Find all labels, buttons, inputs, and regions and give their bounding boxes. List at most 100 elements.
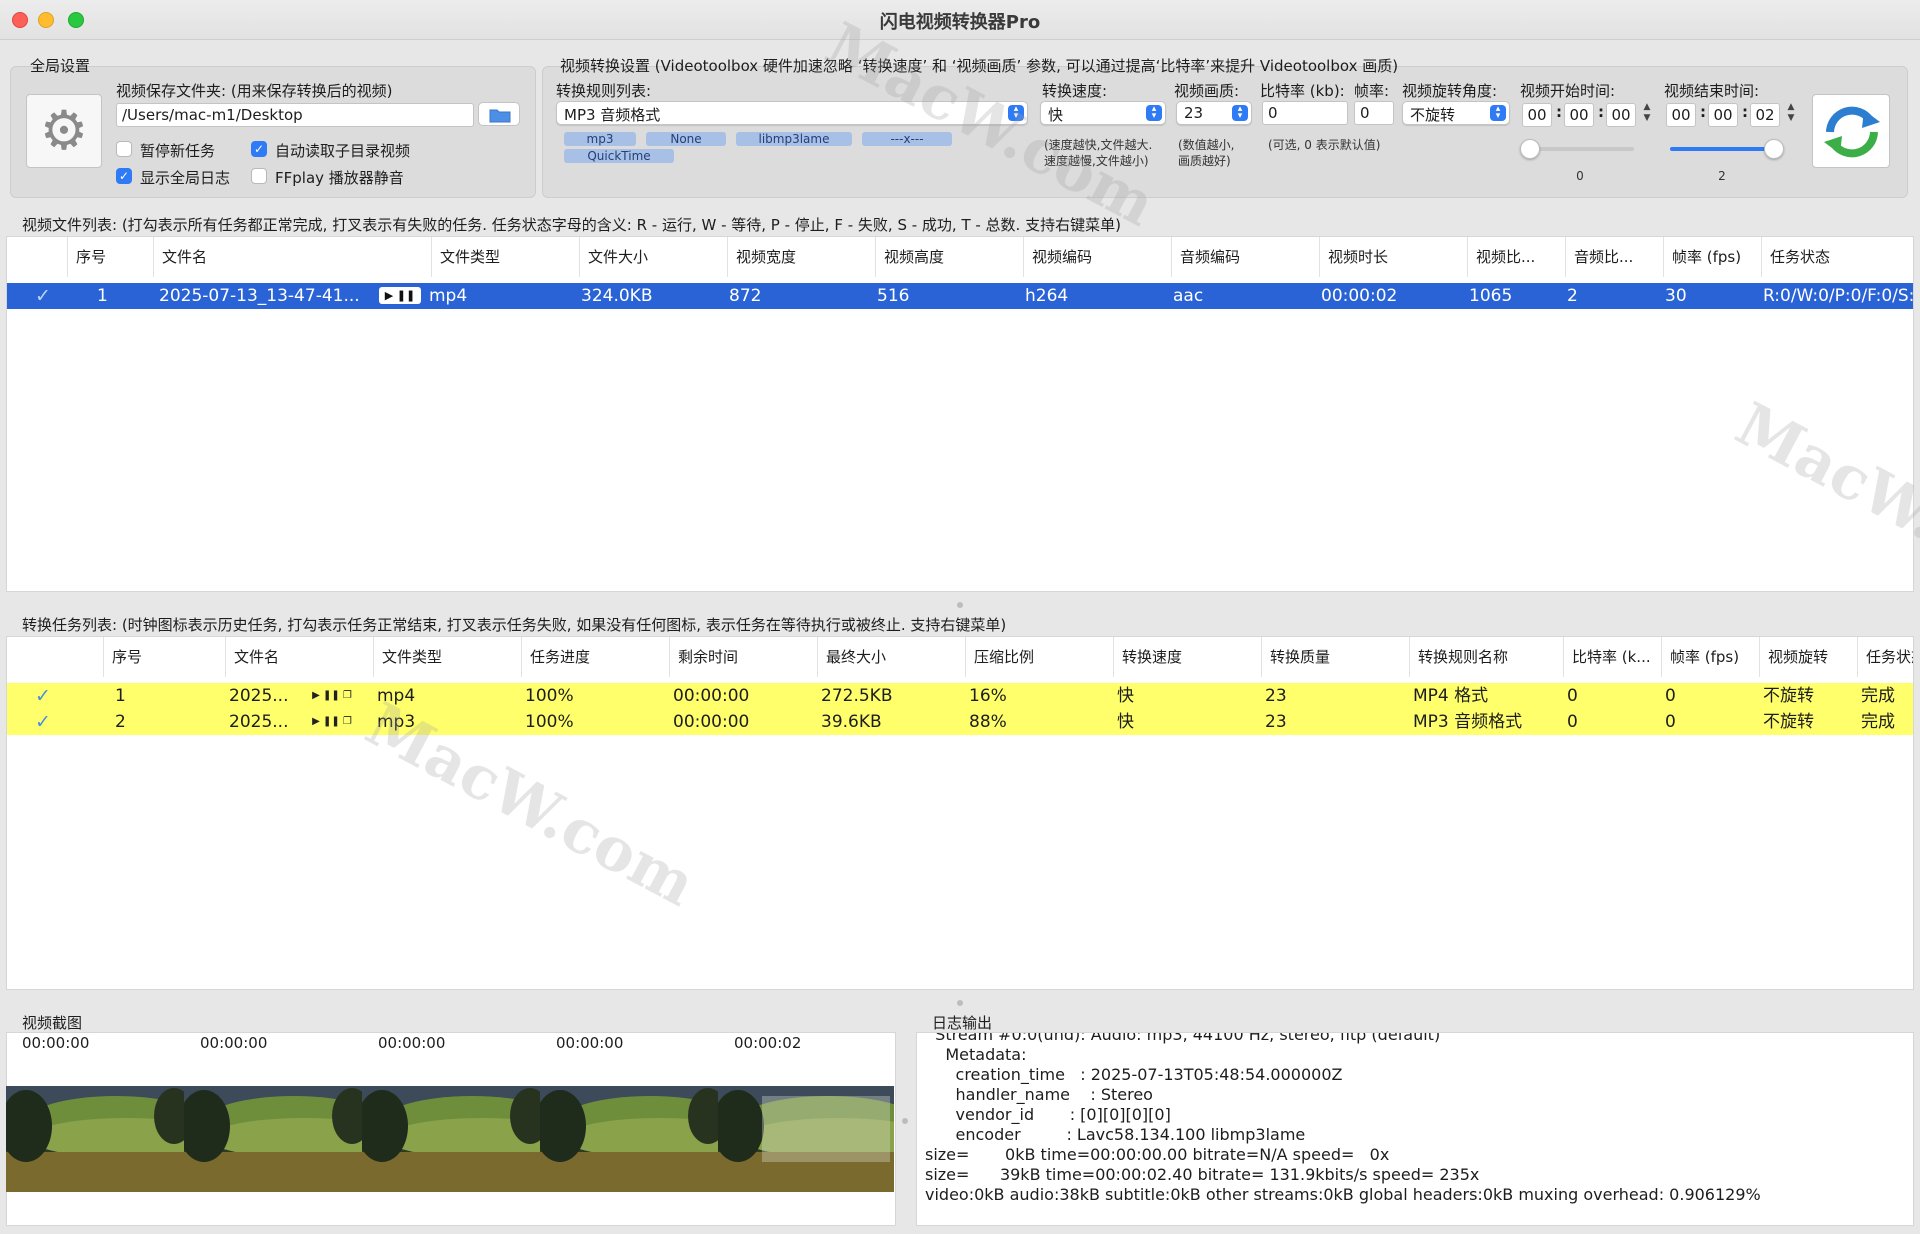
column-header[interactable]: 转换速度 <box>1113 637 1261 677</box>
table-row[interactable]: ✓ 1 2025... ▶ ❚❚ ❐ mp4 100% 00:00:00 272… <box>7 683 1913 709</box>
video-thumbnail[interactable] <box>540 1086 720 1192</box>
column-header[interactable]: 视频高度 <box>875 237 1023 277</box>
rule-tag: None <box>646 132 726 146</box>
cell-rule: MP4 格式 <box>1413 686 1489 706</box>
auto-read-subdir-label: 自动读取子目录视频 <box>275 142 411 160</box>
split-handle[interactable] <box>957 1000 963 1006</box>
column-header[interactable]: 最终大小 <box>817 637 965 677</box>
video-thumbnail[interactable] <box>184 1086 364 1192</box>
table-row[interactable]: ✓ 2 2025... ▶ ❚❚ ❐ mp3 100% 00:00:00 39.… <box>7 709 1913 735</box>
play-pause-copy-controls[interactable]: ▶ ❚❚ ❐ <box>303 713 361 730</box>
column-header[interactable]: 序号 <box>67 237 153 277</box>
fps-field[interactable]: 0 <box>1354 101 1394 125</box>
end-second-field[interactable]: 02 <box>1750 103 1780 127</box>
column-header[interactable]: 压缩比例 <box>965 637 1113 677</box>
cell-final-size: 272.5KB <box>821 686 893 706</box>
rotate-select[interactable]: 不旋转 ▴ ▾ <box>1402 101 1510 125</box>
table-row[interactable]: ✓ 1 2025-07-13_13-47-41... ▶ ❚❚ mp4 324.… <box>7 283 1913 309</box>
start-hour-field[interactable]: 00 <box>1522 103 1552 127</box>
landscape-image <box>6 1086 186 1192</box>
end-minute-field[interactable]: 00 <box>1708 103 1738 127</box>
column-header[interactable]: 文件名 <box>225 637 373 677</box>
play-pause-control[interactable]: ▶ ❚❚ <box>379 287 421 304</box>
gear-icon[interactable]: ⚙ <box>26 94 102 168</box>
column-header[interactable]: 转换规则名称 <box>1409 637 1563 677</box>
bitrate-field[interactable]: 0 <box>1262 101 1348 125</box>
quality-select[interactable]: 23 ▴ ▾ <box>1176 101 1252 125</box>
auto-read-subdir-checkbox[interactable]: ✓ <box>251 141 267 157</box>
cell-remaining: 00:00:00 <box>673 712 750 732</box>
start-time-stepper[interactable]: ▲ ▼ <box>1640 102 1654 128</box>
column-header[interactable]: 任务状态 <box>1857 637 1913 677</box>
column-header[interactable]: 帧率 (fps) <box>1663 237 1761 277</box>
cell-filename: 2025-07-13_13-47-41... <box>159 286 360 306</box>
pause-new-tasks-checkbox[interactable] <box>116 141 132 157</box>
cell-status: 完成 <box>1861 712 1895 732</box>
column-header[interactable]: 音频编码 <box>1171 237 1319 277</box>
column-header[interactable]: 视频比... <box>1467 237 1565 277</box>
column-header[interactable]: 文件类型 <box>373 637 521 677</box>
cell-vbitrate: 1065 <box>1469 286 1513 306</box>
video-thumbnail[interactable] <box>6 1086 186 1192</box>
save-folder-field[interactable]: /Users/mac-m1/Desktop <box>116 103 474 127</box>
quality-label: 视频画质: <box>1174 82 1240 100</box>
column-header[interactable]: 文件名 <box>153 237 431 277</box>
task-list-table[interactable]: 序号 文件名 文件类型 任务进度 剩余时间 最终大小 压缩比例 转换速度 转换质… <box>6 636 1914 990</box>
end-hour-field[interactable]: 00 <box>1666 103 1696 127</box>
start-second-field[interactable]: 00 <box>1606 103 1636 127</box>
rule-list-value: MP3 音频格式 <box>564 106 661 124</box>
column-header[interactable]: 文件大小 <box>579 237 727 277</box>
browse-folder-button[interactable] <box>478 102 520 126</box>
column-header[interactable]: 视频时长 <box>1319 237 1467 277</box>
start-convert-button[interactable] <box>1812 94 1890 168</box>
screenshots-label: 视频截图 <box>22 1014 83 1032</box>
video-thumbnail[interactable] <box>362 1086 542 1192</box>
cell-status: 完成 <box>1861 686 1895 706</box>
end-time-slider-knob[interactable] <box>1764 139 1784 159</box>
column-header[interactable]: 音频比... <box>1565 237 1663 277</box>
landscape-image <box>540 1086 720 1192</box>
cell-speed: 快 <box>1117 712 1134 732</box>
task-list-caption: 转换任务列表: (时钟图标表示历史任务, 打勾表示任务正常结束, 打叉表示任务失… <box>22 616 1007 634</box>
cell-progress: 100% <box>525 686 574 706</box>
rotate-value: 不旋转 <box>1410 106 1456 124</box>
column-header[interactable]: 转换质量 <box>1261 637 1409 677</box>
split-handle[interactable] <box>902 1118 908 1124</box>
ffplay-mute-checkbox[interactable] <box>251 168 267 184</box>
rule-tag: libmp3lame <box>736 132 852 146</box>
cell-status: R:0/W:0/P:0/F:0/S: <box>1763 286 1913 306</box>
start-time-slider-knob[interactable] <box>1520 139 1540 159</box>
speed-label: 转换速度: <box>1042 82 1108 100</box>
cell-abitrate: 2 <box>1567 286 1578 306</box>
play-pause-copy-controls[interactable]: ▶ ❚❚ ❐ <box>303 687 361 704</box>
column-header[interactable]: 视频编码 <box>1023 237 1171 277</box>
rule-tag: mp3 <box>564 132 636 146</box>
column-header[interactable]: 序号 <box>103 637 225 677</box>
log-line: Metadata: <box>925 1045 1027 1064</box>
column-header[interactable]: 文件类型 <box>431 237 579 277</box>
start-time-slider-track[interactable] <box>1530 147 1634 151</box>
column-header[interactable]: 比特率 (k... <box>1563 637 1661 677</box>
log-output-panel[interactable]: Stream #0:0(und): Audio: mp3, 44100 Hz, … <box>916 1032 1914 1226</box>
cell-duration: 00:00:02 <box>1321 286 1398 306</box>
start-minute-field[interactable]: 00 <box>1564 103 1594 127</box>
log-line: size= 0kB time=00:00:00.00 bitrate=N/A s… <box>925 1145 1390 1164</box>
column-header[interactable]: 视频旋转 <box>1759 637 1857 677</box>
column-header[interactable]: 任务进度 <box>521 637 669 677</box>
column-header[interactable]: 帧率 (fps) <box>1661 637 1759 677</box>
column-header[interactable]: 剩余时间 <box>669 637 817 677</box>
split-handle[interactable] <box>957 602 963 608</box>
cell-final-size: 39.6KB <box>821 712 882 732</box>
video-thumbnail[interactable] <box>718 1086 894 1192</box>
column-header[interactable]: 视频宽度 <box>727 237 875 277</box>
log-line: Stream #0:0(und): Audio: mp3, 44100 Hz, … <box>925 1032 1441 1044</box>
show-global-log-checkbox[interactable]: ✓ <box>116 168 132 184</box>
time-colon: : <box>1556 103 1562 121</box>
end-time-slider-track[interactable] <box>1670 147 1774 151</box>
column-header[interactable]: 任务状态 <box>1761 237 1913 277</box>
cell-height: 516 <box>877 286 910 306</box>
file-list-table[interactable]: 序号 文件名 文件类型 文件大小 视频宽度 视频高度 视频编码 音频编码 视频时… <box>6 236 1914 592</box>
cell-remaining: 00:00:00 <box>673 686 750 706</box>
cell-rotate: 不旋转 <box>1763 712 1814 732</box>
end-time-stepper[interactable]: ▲ ▼ <box>1784 102 1798 128</box>
